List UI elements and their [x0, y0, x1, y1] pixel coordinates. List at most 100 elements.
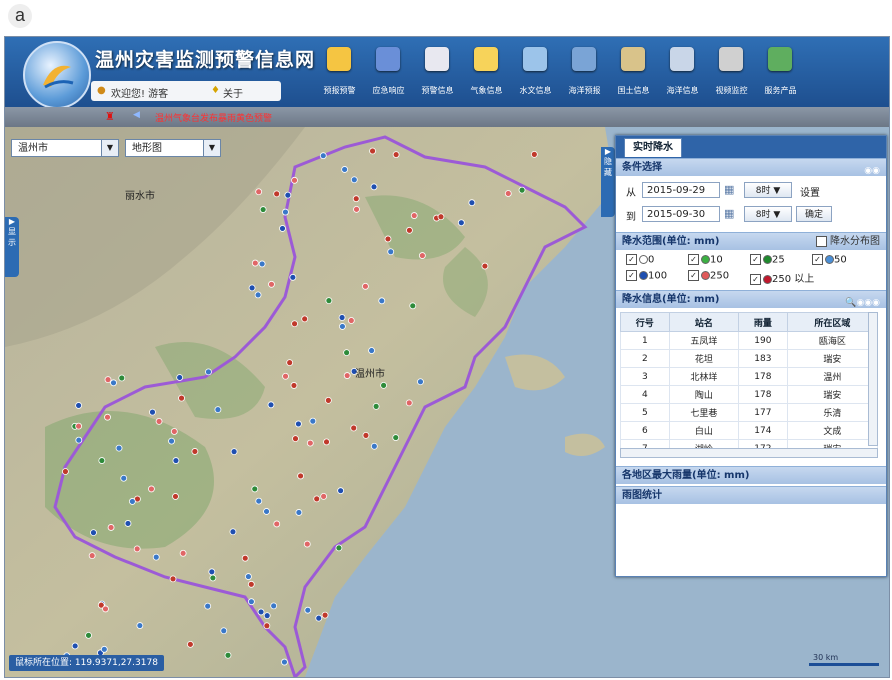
- range-legend-item[interactable]: ✓ 250: [688, 270, 729, 282]
- station-marker[interactable]: [110, 379, 117, 387]
- city-select[interactable]: 温州市 ▼: [11, 139, 119, 157]
- calendar-icon[interactable]: ▦: [724, 183, 734, 196]
- station-marker[interactable]: [168, 437, 175, 445]
- station-marker[interactable]: [343, 372, 351, 379]
- range-legend-item[interactable]: ✓ 100: [626, 270, 667, 282]
- station-marker[interactable]: [172, 493, 179, 500]
- station-marker[interactable]: [149, 408, 156, 416]
- station-marker[interactable]: [102, 605, 109, 613]
- column-header[interactable]: 行号: [620, 312, 670, 332]
- station-marker[interactable]: [98, 457, 106, 464]
- station-marker[interactable]: [370, 442, 378, 450]
- nav-item[interactable]: 国土信息: [609, 43, 658, 103]
- from-date-input[interactable]: 2015-09-29: [642, 182, 720, 198]
- station-marker[interactable]: [270, 602, 278, 610]
- range-legend-item[interactable]: ✓ 25: [750, 254, 785, 266]
- table-row[interactable]: 6 白山 174 文成: [620, 421, 879, 440]
- station-marker[interactable]: [313, 495, 321, 503]
- station-marker[interactable]: [90, 529, 97, 537]
- table-row[interactable]: 3 北林垟 178 温州: [620, 367, 879, 386]
- station-marker[interactable]: [220, 627, 228, 635]
- station-marker[interactable]: [289, 273, 297, 281]
- checkbox[interactable]: ✓: [750, 273, 761, 285]
- nav-item[interactable]: 预报预警: [315, 43, 364, 103]
- station-marker[interactable]: [384, 235, 392, 243]
- station-marker[interactable]: [347, 317, 355, 324]
- station-marker[interactable]: [409, 302, 417, 310]
- station-marker[interactable]: [321, 611, 329, 619]
- station-marker[interactable]: [362, 282, 369, 290]
- station-marker[interactable]: [325, 297, 333, 305]
- station-marker[interactable]: [267, 401, 275, 409]
- collapse-icon[interactable]: ◉◉: [864, 162, 880, 180]
- station-marker[interactable]: [279, 225, 286, 232]
- station-marker[interactable]: [136, 622, 144, 629]
- nav-item[interactable]: 服务产品: [756, 43, 805, 103]
- station-marker[interactable]: [291, 320, 298, 328]
- station-marker[interactable]: [417, 378, 424, 386]
- to-hour-select[interactable]: 8时 ▼: [744, 206, 792, 222]
- station-marker[interactable]: [297, 472, 305, 480]
- station-marker[interactable]: [284, 191, 292, 199]
- station-marker[interactable]: [133, 545, 141, 553]
- station-marker[interactable]: [309, 417, 317, 425]
- station-marker[interactable]: [259, 206, 267, 213]
- station-marker[interactable]: [339, 323, 346, 330]
- station-marker[interactable]: [392, 434, 400, 441]
- station-marker[interactable]: [248, 284, 256, 292]
- station-marker[interactable]: [104, 376, 112, 384]
- station-marker[interactable]: [120, 474, 128, 482]
- station-marker[interactable]: [292, 435, 299, 443]
- station-marker[interactable]: [319, 152, 327, 160]
- chevron-down-icon[interactable]: ▼: [203, 140, 220, 156]
- nav-item[interactable]: 海洋信息: [658, 43, 707, 103]
- station-marker[interactable]: [369, 147, 376, 155]
- from-hour-select[interactable]: 8时 ▼: [744, 182, 792, 198]
- checkbox[interactable]: ✓: [688, 270, 699, 281]
- station-marker[interactable]: [229, 528, 237, 536]
- about-link[interactable]: 关于: [223, 85, 243, 100]
- station-marker[interactable]: [230, 448, 238, 455]
- station-marker[interactable]: [155, 418, 163, 425]
- checkbox[interactable]: ✓: [626, 254, 637, 265]
- tab-realtime-rain[interactable]: 实时降水: [624, 138, 682, 157]
- range-legend-item[interactable]: ✓ 250 以上: [750, 270, 814, 285]
- station-marker[interactable]: [258, 260, 266, 268]
- station-marker[interactable]: [290, 382, 298, 389]
- nav-item[interactable]: 水文信息: [511, 43, 560, 103]
- station-marker[interactable]: [406, 226, 413, 234]
- station-marker[interactable]: [304, 606, 312, 614]
- station-marker[interactable]: [176, 374, 184, 381]
- station-marker[interactable]: [204, 602, 212, 610]
- station-marker[interactable]: [324, 396, 332, 404]
- station-marker[interactable]: [504, 190, 512, 197]
- nav-item[interactable]: 应急响应: [364, 43, 413, 103]
- column-header[interactable]: 所在区域: [786, 312, 879, 332]
- station-marker[interactable]: [286, 359, 294, 367]
- station-marker[interactable]: [169, 575, 177, 583]
- table-row[interactable]: 4 陶山 178 瑞安: [620, 385, 879, 404]
- station-marker[interactable]: [268, 280, 275, 288]
- checkbox[interactable]: ✓: [626, 270, 637, 281]
- station-marker[interactable]: [100, 645, 108, 653]
- station-marker[interactable]: [392, 151, 400, 158]
- max-rain-header[interactable]: 各地区最大雨量(单位: mm): [616, 466, 886, 484]
- table-row[interactable]: 1 五凤垟 190 瓯海区: [620, 331, 879, 350]
- station-marker[interactable]: [115, 444, 123, 452]
- station-marker[interactable]: [205, 368, 212, 376]
- hide-panel-tab[interactable]: ▶ 隐藏: [601, 147, 615, 217]
- station-marker[interactable]: [378, 297, 386, 305]
- station-marker[interactable]: [301, 315, 309, 323]
- station-marker[interactable]: [88, 552, 96, 560]
- layer-select[interactable]: 地形图 ▼: [125, 139, 221, 157]
- range-legend-item[interactable]: ✓ 0: [626, 254, 654, 266]
- column-header[interactable]: 站名: [668, 312, 740, 332]
- station-marker[interactable]: [209, 574, 217, 582]
- station-marker[interactable]: [387, 248, 395, 256]
- station-marker[interactable]: [71, 642, 79, 650]
- table-controls-icon[interactable]: 🔍◉◉◉: [845, 294, 880, 312]
- station-marker[interactable]: [75, 402, 83, 409]
- station-marker[interactable]: [282, 208, 289, 216]
- table-row[interactable]: 2 花坦 183 瑞安: [620, 349, 879, 368]
- station-marker[interactable]: [341, 166, 349, 173]
